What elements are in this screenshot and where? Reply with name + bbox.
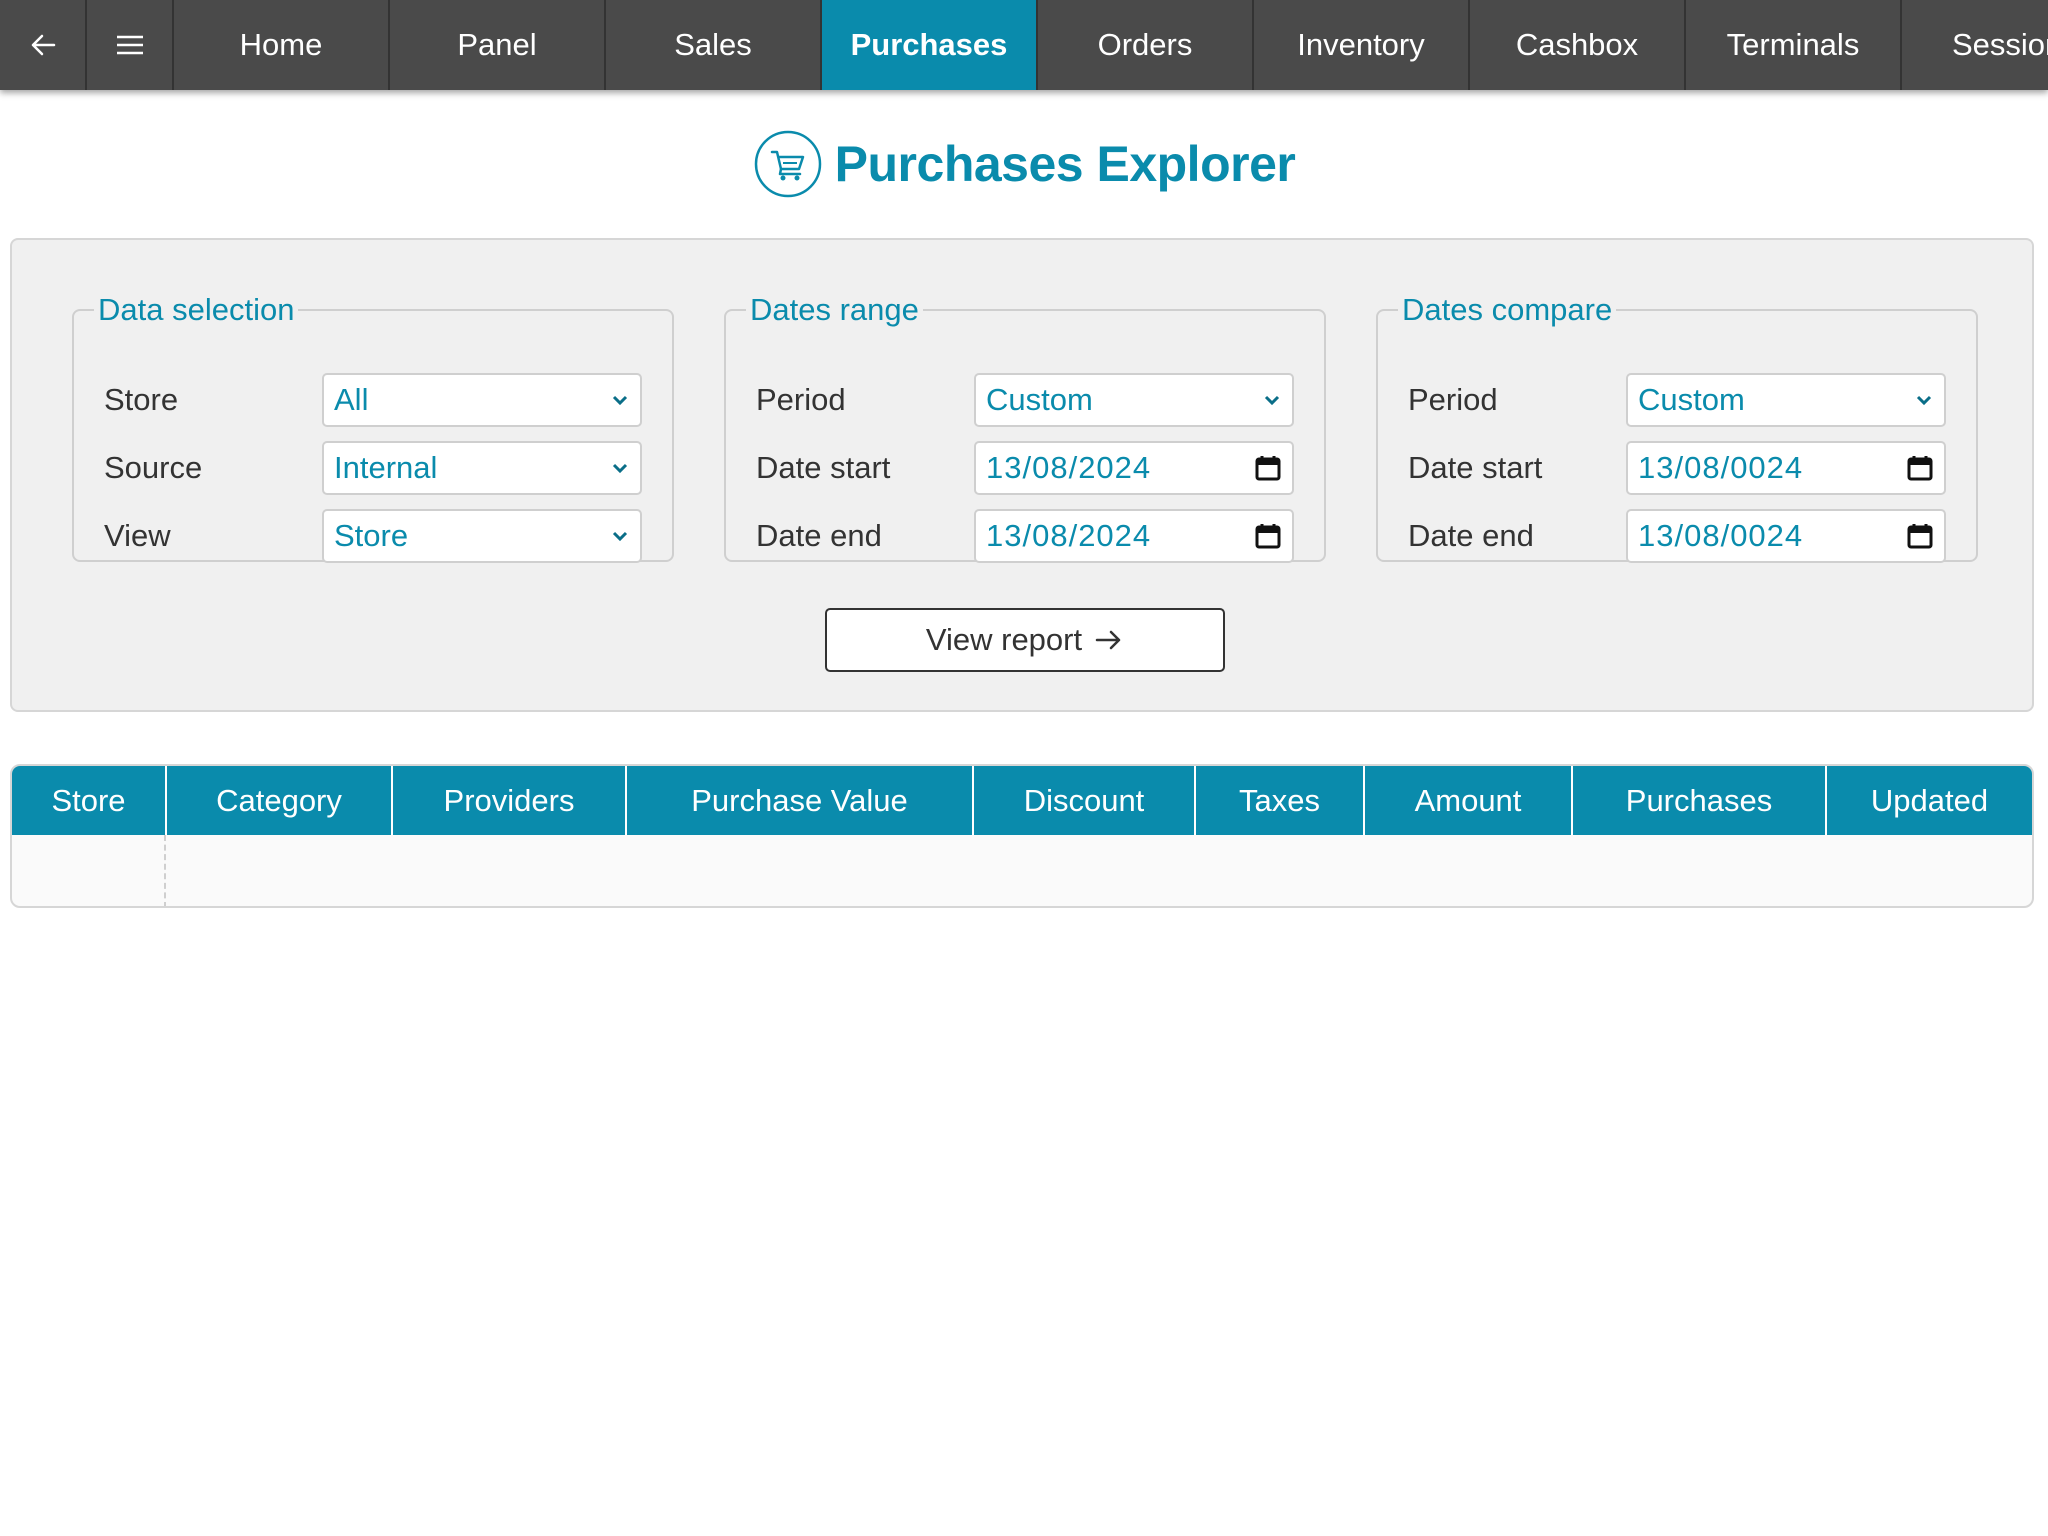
arrow-right-icon — [1095, 630, 1121, 650]
range-end-label: Date end — [756, 518, 882, 553]
compare-start-label: Date start — [1408, 450, 1543, 485]
filter-panel: Data selection Store All Source Internal… — [10, 238, 2034, 712]
tab-terminals[interactable]: Terminals — [1686, 0, 1902, 90]
tab-sales[interactable]: Sales — [606, 0, 822, 90]
tab-orders[interactable]: Orders — [1038, 0, 1254, 90]
data-selection-legend: Data selection — [98, 292, 295, 327]
report-table: Store Category Providers Purchase Value … — [10, 764, 2034, 908]
store-select[interactable]: All — [322, 373, 642, 427]
shopping-cart-icon — [754, 130, 821, 198]
view-select[interactable]: Store — [322, 509, 642, 563]
compare-start-row: Date start 13/08/0024 — [1408, 440, 1946, 496]
range-end-row: Date end 13/08/2024 — [756, 508, 1294, 564]
column-header-purchase-value[interactable]: Purchase Value — [627, 766, 974, 835]
compare-end-date-input[interactable]: 13/08/0024 — [1626, 509, 1946, 563]
column-header-store[interactable]: Store — [12, 766, 167, 835]
tab-purchases[interactable]: Purchases — [822, 0, 1038, 90]
chevron-down-icon — [612, 531, 628, 542]
range-end-value: 13/08/2024 — [986, 518, 1152, 553]
view-report-button[interactable]: View report — [825, 608, 1225, 672]
chevron-down-icon — [1264, 395, 1280, 406]
column-header-category[interactable]: Category — [167, 766, 393, 835]
column-header-purchases[interactable]: Purchases — [1573, 766, 1827, 835]
compare-end-row: Date end 13/08/0024 — [1408, 508, 1946, 564]
page-title: Purchases Explorer — [834, 136, 1296, 192]
menu-button[interactable] — [87, 0, 174, 90]
compare-start-date-input[interactable]: 13/08/0024 — [1626, 441, 1946, 495]
tab-inventory[interactable]: Inventory — [1254, 0, 1470, 90]
back-button[interactable] — [0, 0, 87, 90]
tab-panel[interactable]: Panel — [390, 0, 606, 90]
column-header-updated[interactable]: Updated — [1827, 766, 2032, 835]
range-period-label: Period — [756, 382, 846, 417]
dates-range-group: Dates range Period Custom Date start 13/… — [724, 292, 1326, 564]
dates-compare-legend: Dates compare — [1402, 292, 1613, 327]
compare-period-row: Period Custom — [1408, 372, 1946, 428]
column-header-taxes[interactable]: Taxes — [1196, 766, 1365, 835]
range-period-select[interactable]: Custom — [974, 373, 1294, 427]
table-body-empty — [12, 835, 2032, 906]
compare-end-label: Date end — [1408, 518, 1534, 553]
empty-cell — [12, 835, 166, 906]
chevron-down-icon — [612, 463, 628, 474]
dates-range-legend: Dates range — [750, 292, 919, 327]
data-selection-group: Data selection Store All Source Internal… — [72, 292, 674, 564]
calendar-icon[interactable] — [1906, 522, 1934, 550]
chevron-down-icon — [612, 395, 628, 406]
tab-session[interactable]: Session — [1902, 0, 2048, 90]
tab-home[interactable]: Home — [174, 0, 390, 90]
source-label: Source — [104, 450, 203, 485]
compare-period-select[interactable]: Custom — [1626, 373, 1946, 427]
compare-period-value: Custom — [1638, 382, 1745, 417]
source-select-value: Internal — [334, 450, 438, 485]
tab-cashbox[interactable]: Cashbox — [1470, 0, 1686, 90]
column-header-providers[interactable]: Providers — [393, 766, 627, 835]
dates-compare-group: Dates compare Period Custom Date start 1… — [1376, 292, 1978, 564]
view-select-value: Store — [334, 518, 409, 553]
compare-period-label: Period — [1408, 382, 1498, 417]
column-header-amount[interactable]: Amount — [1365, 766, 1573, 835]
range-period-row: Period Custom — [756, 372, 1294, 428]
range-end-date-input[interactable]: 13/08/2024 — [974, 509, 1294, 563]
page-header: Purchases Explorer — [0, 128, 2048, 200]
source-select[interactable]: Internal — [322, 441, 642, 495]
store-select-value: All — [334, 382, 369, 417]
calendar-icon[interactable] — [1254, 522, 1282, 550]
range-start-row: Date start 13/08/2024 — [756, 440, 1294, 496]
view-report-label: View report — [925, 622, 1083, 657]
calendar-icon[interactable] — [1254, 454, 1282, 482]
source-row: Source Internal — [104, 440, 642, 496]
compare-end-value: 13/08/0024 — [1638, 518, 1804, 553]
table-header-row: Store Category Providers Purchase Value … — [12, 766, 2032, 835]
range-period-value: Custom — [986, 382, 1093, 417]
arrow-left-icon — [31, 34, 55, 56]
range-start-date-input[interactable]: 13/08/2024 — [974, 441, 1294, 495]
range-start-label: Date start — [756, 450, 891, 485]
store-label: Store — [104, 382, 179, 417]
store-row: Store All — [104, 372, 642, 428]
column-header-discount[interactable]: Discount — [974, 766, 1196, 835]
compare-start-value: 13/08/0024 — [1638, 450, 1804, 485]
hamburger-menu-icon — [116, 35, 143, 55]
range-start-value: 13/08/2024 — [986, 450, 1152, 485]
calendar-icon[interactable] — [1906, 454, 1934, 482]
top-nav-bar: Home Panel Sales Purchases Orders Invent… — [0, 0, 2048, 90]
chevron-down-icon — [1916, 395, 1932, 406]
view-label: View — [104, 518, 171, 553]
view-row: View Store — [104, 508, 642, 564]
